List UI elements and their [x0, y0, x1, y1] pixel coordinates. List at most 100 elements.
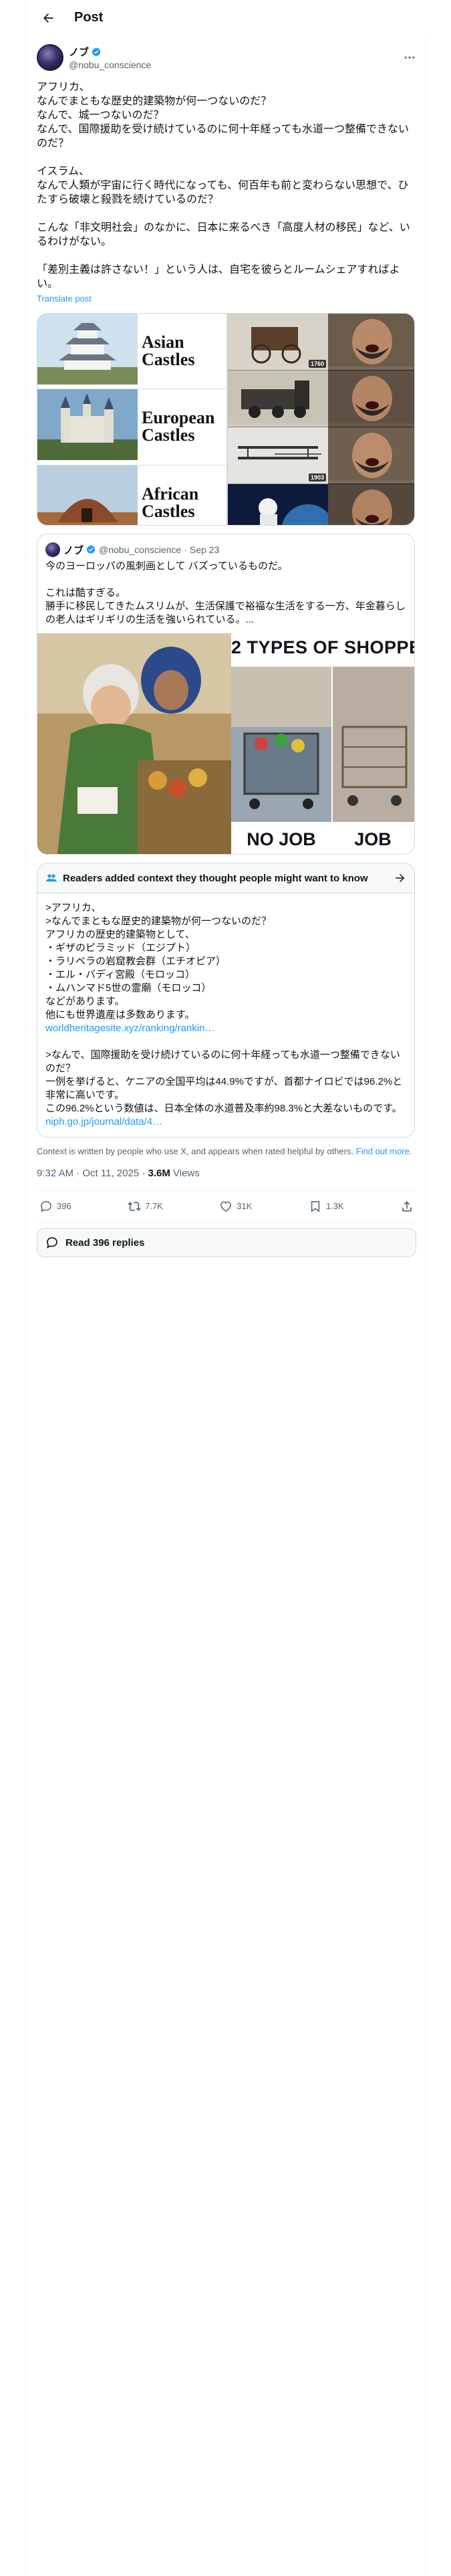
shoppers-labels: NO JOB JOB — [231, 829, 414, 850]
arrow-left-icon — [43, 13, 53, 23]
carriage-drawing — [228, 314, 328, 366]
evolution-vehicles: 1760 1903 — [228, 314, 328, 525]
bookmark-count: 1.3K — [325, 1201, 344, 1211]
quoted-avatar — [45, 542, 60, 557]
author-info: ノブ @nobu_conscience — [69, 45, 403, 70]
author-handle[interactable]: @nobu_conscience — [69, 60, 403, 70]
astronaut-frame: 2024 — [228, 484, 328, 525]
reply-button[interactable]: 396 — [39, 1200, 71, 1213]
translate-link[interactable]: Translate post — [37, 294, 416, 304]
grandmother-shopping-image[interactable] — [37, 633, 231, 854]
people-icon — [46, 874, 57, 882]
face-drawing — [328, 427, 414, 480]
top-bar: Post — [26, 0, 427, 35]
face-image — [328, 314, 414, 370]
quoted-date: Sep 23 — [189, 544, 220, 555]
job-label: JOB — [354, 829, 392, 849]
quoted-tweet[interactable]: ノブ @nobu_conscience · Sep 23 今のヨーロッパの風刺画… — [37, 534, 415, 855]
community-note-header[interactable]: Readers added context they thought peopl… — [37, 863, 414, 893]
repost-count: 7.7K — [145, 1201, 163, 1211]
two-types-shoppers-image[interactable]: 2 TYPES OF SHOPPERS — [231, 633, 414, 854]
read-replies-label: Read 396 replies — [65, 1237, 145, 1249]
astronaut-drawing — [228, 484, 328, 525]
reply-count: 396 — [57, 1201, 71, 1211]
avatar[interactable] — [37, 44, 63, 71]
back-button[interactable] — [37, 7, 59, 29]
castle-row-african: African Castles — [37, 465, 227, 525]
arrow-right-icon — [396, 873, 405, 883]
asian-castle-drawing — [37, 314, 138, 385]
biplane-drawing — [228, 427, 328, 480]
share-button[interactable] — [400, 1200, 414, 1213]
community-note-body: >アフリカ、 >なんでまともな歴史的建築物が何一つないのだ？ アフリカの歴史的建… — [37, 893, 414, 1137]
castle-label-african: African Castles — [142, 484, 199, 521]
quoted-author-name: ノブ — [63, 544, 84, 556]
read-replies-button[interactable]: Read 396 replies — [37, 1228, 416, 1257]
no-job-label: NO JOB — [247, 829, 316, 849]
views-count: 3.6M — [148, 1168, 170, 1179]
author-name[interactable]: ノブ — [69, 45, 89, 59]
african-castle-image — [37, 465, 138, 525]
face-image — [328, 484, 414, 525]
bookmark-icon — [311, 1200, 319, 1212]
post-time[interactable]: 9:32 AM · Oct 11, 2025 · — [37, 1168, 148, 1179]
community-note-disclaimer: Context is written by people who use X, … — [37, 1146, 416, 1157]
face-image — [328, 427, 414, 484]
face-image — [328, 370, 414, 427]
castles-image[interactable]: Asian Castles European Castles African C… — [37, 314, 227, 525]
tweet-text: アフリカ、 なんでまともな歴史的建築物が何一つないのだ？ なんで、城一つないのだ… — [37, 82, 410, 290]
tweet: ノブ @nobu_conscience アフリカ、 なんでまともな歴史的建築物が… — [37, 43, 416, 1257]
grandmother-drawing — [37, 633, 231, 854]
community-note-title: Readers added context they thought peopl… — [63, 872, 368, 884]
media-grid: Asian Castles European Castles African C… — [37, 313, 415, 526]
reply-icon — [41, 1200, 51, 1212]
note-source-link-1[interactable]: worldheritagesite.xyz/ranking/rankin… — [45, 1023, 214, 1034]
faces-column — [328, 314, 414, 525]
train-drawing — [228, 370, 328, 423]
repost-icon — [128, 1201, 141, 1211]
main-column: Post ノブ @nobu_conscience アフリカ、 なんでまともな歴史… — [25, 0, 427, 2576]
train-frame — [228, 370, 328, 427]
author-name-row: ノブ — [69, 45, 403, 59]
views-label: Views — [170, 1168, 200, 1179]
asian-castle-image — [37, 314, 138, 389]
quoted-separator: · — [184, 544, 187, 555]
verified-badge-icon — [86, 545, 96, 554]
castle-row-asian: Asian Castles — [37, 314, 227, 390]
heart-icon — [220, 1201, 232, 1212]
repost-button[interactable]: 7.7K — [128, 1200, 163, 1213]
note-source-link-2[interactable]: niph.go.jp/journal/data/4… — [45, 1116, 162, 1128]
quoted-media: 2 TYPES OF SHOPPERS — [37, 633, 414, 854]
european-castle-image — [37, 389, 138, 464]
post-timestamp: 9:32 AM · Oct 11, 2025 · 3.6M Views — [37, 1168, 416, 1190]
quoted-tweet-text: 今のヨーロッパの風刺画として バズっているものだ。 これは酷すぎる。 勝手に移民… — [45, 560, 406, 625]
european-castle-drawing — [37, 389, 138, 461]
verified-badge-icon — [92, 47, 101, 56]
note-text-part2: >なんで、国際援助を受け続けているのに何十年経っても水道一つ整備できないのだ？ … — [45, 1049, 403, 1114]
airplane-frame: 1903 — [228, 427, 328, 484]
share-icon — [402, 1200, 412, 1211]
full-cart-drawing — [231, 667, 331, 822]
find-out-more-link[interactable]: Find out more. — [356, 1146, 412, 1156]
carriage-frame: 1760 — [228, 314, 328, 370]
castle-row-european: European Castles — [37, 389, 227, 465]
like-button[interactable]: 31K — [219, 1200, 252, 1213]
action-bar: 396 7.7K 31K 1.3K — [37, 1190, 416, 1222]
african-hut-drawing — [37, 465, 138, 525]
castle-label-asian: Asian Castles — [142, 332, 195, 370]
year-label: 1903 — [308, 473, 326, 481]
face-drawing — [328, 370, 414, 423]
evolution-image[interactable]: 1760 1903 — [228, 314, 414, 525]
page-title: Post — [74, 10, 104, 25]
author-row: ノブ @nobu_conscience — [37, 43, 416, 72]
face-drawing — [328, 314, 414, 366]
disclaimer-text: Context is written by people who use X, … — [37, 1146, 354, 1156]
more-options-button[interactable] — [403, 51, 416, 64]
bookmark-button[interactable]: 1.3K — [309, 1200, 344, 1213]
like-count: 31K — [237, 1201, 253, 1211]
shoppers-title: 2 TYPES OF SHOPPERS — [231, 637, 414, 657]
note-text-part1: >アフリカ、 >なんでまともな歴史的建築物が何一つないのだ？ アフリカの歴史的建… — [45, 902, 272, 1021]
year-label: 1760 — [308, 360, 326, 368]
reply-bubble-icon — [47, 1237, 57, 1249]
castle-label-european: European Castles — [142, 408, 215, 445]
